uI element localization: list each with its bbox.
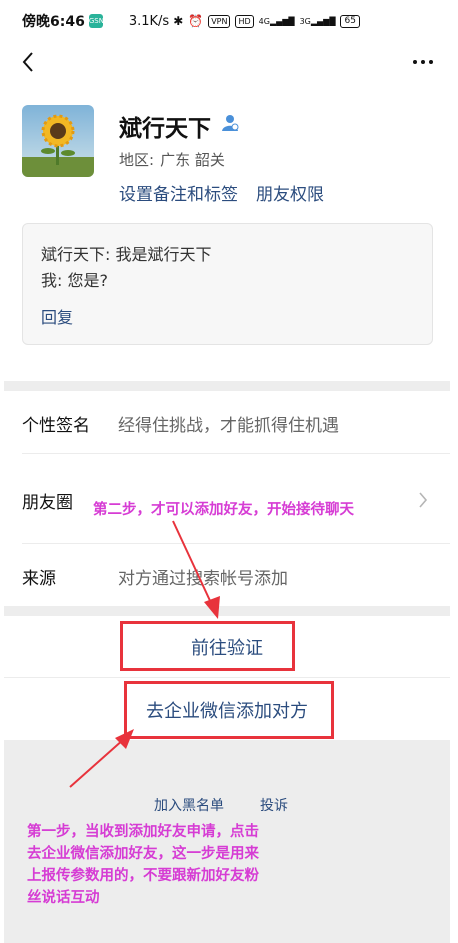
- step1-line: 上报传参数用的，不要跟新加好友粉: [27, 868, 259, 884]
- bluetooth-icon: ✱: [173, 14, 184, 28]
- contact-name: 斌行天下: [119, 116, 211, 142]
- row-divider: [22, 543, 450, 544]
- hd-icon: HD: [235, 14, 254, 28]
- signal-4g-icon: 4G▂▄▆█: [258, 16, 295, 26]
- signature-row: 个性签名 经得住挑战，才能抓得住机遇: [4, 393, 450, 453]
- region: 地区: 广东 韶关: [119, 149, 225, 170]
- more-dot: [421, 60, 425, 64]
- report-link[interactable]: 投诉: [260, 795, 288, 815]
- person-icon: [222, 115, 239, 131]
- profile-header: 斌行天下 地区: 广东 韶关 设置备注和标签 朋友权限: [22, 105, 442, 205]
- vpn-icon: VPN: [208, 14, 231, 28]
- status-left: 傍晚6:46 GSN: [22, 11, 104, 31]
- status-time: 傍晚6:46: [22, 14, 85, 30]
- source-row: 来源 对方通过搜索帐号添加: [4, 546, 450, 606]
- message-line: 斌行天下: 我是斌行天下: [41, 245, 212, 264]
- blacklist-link[interactable]: 加入黑名单: [154, 795, 224, 815]
- chevron-right-icon: [419, 492, 428, 508]
- row-divider: [4, 677, 450, 678]
- signal-4g-label: 4G: [258, 16, 270, 26]
- region-value: 广东 韶关: [160, 151, 225, 169]
- friend-request-message: 斌行天下: 我是斌行天下 我: 您是? 回复: [22, 223, 433, 345]
- more-dot: [413, 60, 417, 64]
- signature-label: 个性签名: [22, 415, 90, 436]
- step1-line: 丝说话互动: [27, 890, 100, 906]
- alarm-icon: ⏰: [188, 14, 204, 28]
- signature-value: 经得住挑战，才能抓得住机遇: [118, 415, 339, 436]
- back-button[interactable]: [14, 48, 42, 76]
- signal-3g-icon: 3G▂▄▆█: [299, 16, 336, 26]
- message-line: 我: 您是?: [41, 271, 108, 290]
- profile-links: 设置备注和标签 朋友权限: [119, 180, 324, 205]
- wecom-highlight-box: [124, 681, 334, 739]
- section-divider: [4, 606, 450, 616]
- avatar[interactable]: [22, 105, 94, 177]
- nav-bar: [0, 42, 458, 82]
- step1-line: 第一步，当收到添加好友申请，点击: [27, 824, 259, 840]
- verify-highlight-box: [120, 621, 295, 671]
- signal-3g-label: 3G: [299, 16, 311, 26]
- network-speed: 3.1K/s: [128, 13, 170, 29]
- source-label: 来源: [22, 568, 56, 589]
- chevron-left-icon: [22, 52, 33, 72]
- battery-icon: 65: [340, 14, 360, 28]
- set-remark-link[interactable]: 设置备注和标签: [119, 180, 238, 205]
- section-divider: [4, 381, 450, 391]
- bottom-links: 加入黑名单 投诉: [154, 795, 288, 815]
- step2-annotation: 第二步，才可以添加好友，开始接待聊天: [93, 502, 354, 518]
- more-button[interactable]: [408, 50, 438, 74]
- app-notification-icon: GSN: [88, 14, 104, 28]
- status-icons: ✱ ⏰ VPN HD 4G▂▄▆█ 3G▂▄▆█ 65: [173, 14, 360, 28]
- status-bar: 傍晚6:46 GSN 3.1K/s ✱ ⏰ VPN HD 4G▂▄▆█ 3G▂▄…: [0, 0, 458, 42]
- source-value: 对方通过搜索帐号添加: [118, 568, 288, 589]
- row-divider: [22, 453, 450, 454]
- step1-annotation: 第一步，当收到添加好友申请，点击 去企业微信添加好友，这一步是用来 上报传参数用…: [27, 821, 259, 909]
- friend-permission-link[interactable]: 朋友权限: [256, 180, 324, 205]
- more-dot: [429, 60, 433, 64]
- reply-link[interactable]: 回复: [41, 304, 414, 328]
- region-label: 地区:: [119, 151, 155, 169]
- step1-line: 去企业微信添加好友，这一步是用来: [27, 846, 259, 862]
- sunflower-avatar-icon: [22, 105, 94, 177]
